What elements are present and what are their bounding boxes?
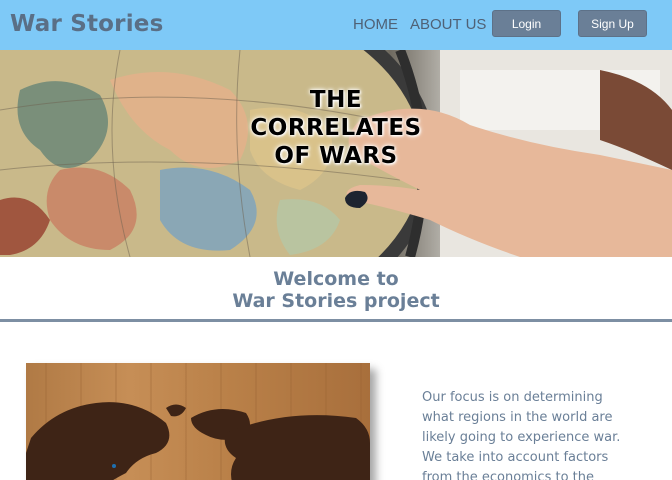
hero-title: THE CORRELATES OF WARS <box>236 86 436 170</box>
welcome-line-1: Welcome to <box>273 268 399 290</box>
hero-banner: THE CORRELATES OF WARS <box>0 50 672 257</box>
world-map-image <box>26 363 370 480</box>
brand-logo[interactable]: War Stories <box>10 11 164 37</box>
login-button[interactable]: Login <box>492 10 561 37</box>
hero-title-line-2: CORRELATES <box>250 115 422 141</box>
nav-link-about-us[interactable]: ABOUT US <box>410 16 486 33</box>
signup-button[interactable]: Sign Up <box>578 10 647 37</box>
section-divider <box>0 319 672 322</box>
welcome-line-2: War Stories project <box>232 290 440 312</box>
hero-title-line-3: OF WARS <box>274 143 398 169</box>
focus-description: Our focus is on determining what regions… <box>422 390 621 480</box>
nav-link-home[interactable]: HOME <box>353 16 398 33</box>
hero-title-line-1: THE <box>309 87 363 113</box>
welcome-heading: Welcome to War Stories project <box>0 268 672 312</box>
top-navbar: War Stories HOME ABOUT US Login Sign Up <box>0 0 672 50</box>
